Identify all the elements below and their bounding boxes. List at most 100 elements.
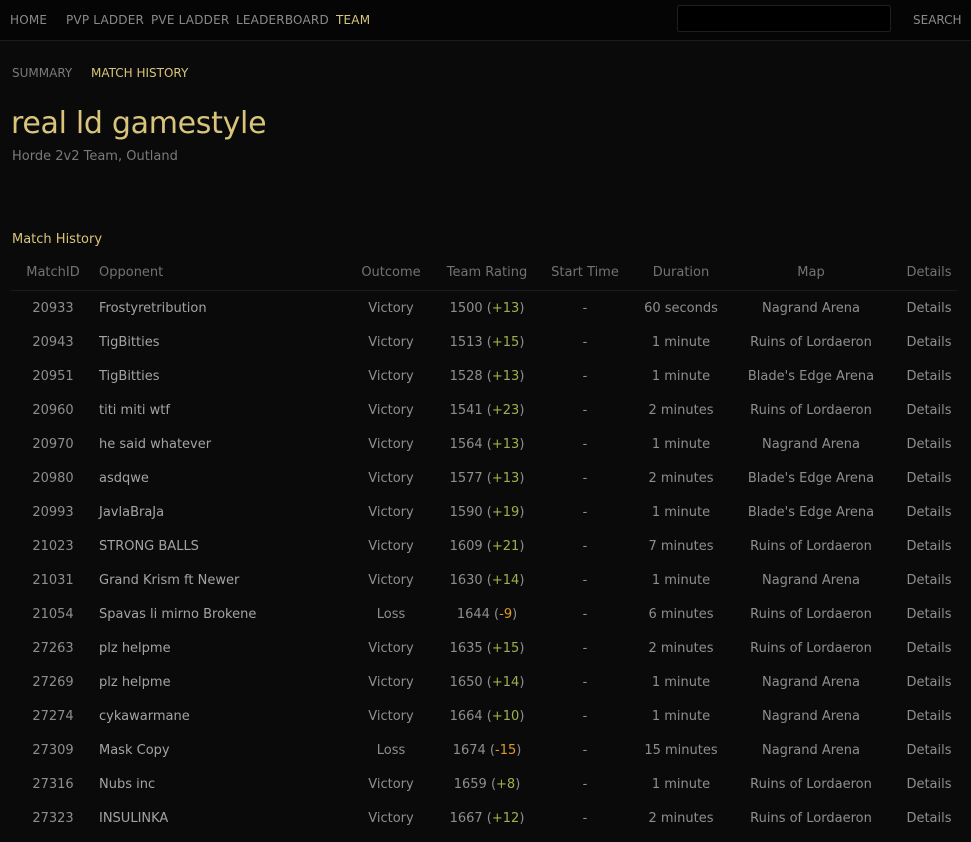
opponent-name: Mask Copy [99, 742, 170, 758]
team-rating-cell: 1609 (+21) [449, 538, 525, 554]
table-row: 20943 TigBitties Victory 1513 (+15) - 1 minut… [11, 325, 957, 359]
match-outcome: Victory [368, 674, 414, 690]
details-link[interactable]: Details [906, 335, 951, 350]
match-id: 21023 [32, 538, 74, 554]
match-id: 20960 [32, 402, 74, 418]
team-rating: 1528 [449, 368, 483, 384]
details-link[interactable]: Details [906, 709, 951, 724]
arena-map: Blade's Edge Arena [747, 470, 875, 486]
opponent-name: plz helpme [99, 640, 171, 656]
details-cell: Details [901, 529, 957, 563]
match-duration: 1 minute [651, 572, 711, 588]
team-rating: 1659 [453, 776, 487, 792]
nav-home[interactable]: HOME [10, 13, 47, 27]
table-header-row: MatchID Opponent Outcome Team Rating Sta… [11, 255, 957, 291]
details-cell: Details [901, 699, 957, 733]
team-rating-cell: 1644 (-9) [456, 606, 518, 622]
rating-change: +13 [491, 300, 520, 316]
opponent-name: asdqwe [99, 470, 149, 486]
table-row: 27323 INSULINKA Victory 1667 (+12) - 2 minute… [11, 801, 957, 835]
team-rating-cell: 1650 (+14) [449, 674, 525, 690]
start-time: - [582, 504, 588, 520]
team-rating: 1630 [449, 572, 483, 588]
match-id: 21031 [32, 572, 74, 588]
details-link[interactable]: Details [906, 675, 951, 690]
start-time: - [582, 776, 588, 792]
tab-summary[interactable]: SUMMARY [12, 66, 72, 80]
tab-match-history[interactable]: MATCH HISTORY [91, 66, 188, 80]
details-link[interactable]: Details [906, 641, 951, 656]
start-time: - [582, 538, 588, 554]
team-rating-cell: 1630 (+14) [449, 572, 525, 588]
table-row: 27274 cykawarmane Victory 1664 (+10) - 1 minu… [11, 699, 957, 733]
match-outcome: Victory [368, 640, 414, 656]
rating-change: +19 [491, 504, 520, 520]
header-opponent: Opponent [95, 255, 337, 291]
match-id: 20993 [32, 504, 74, 520]
team-rating: 1664 [449, 708, 483, 724]
search-input[interactable] [677, 5, 891, 32]
table-row: 20980 asdqwe Victory 1577 (+13) - 2 minutes Bl… [11, 461, 957, 495]
start-time: - [582, 368, 588, 384]
arena-map: Nagrand Arena [761, 300, 861, 316]
details-link[interactable]: Details [906, 403, 951, 418]
match-duration: 7 minutes [648, 538, 714, 554]
details-cell: Details [901, 359, 957, 393]
nav-pve-ladder[interactable]: PVE LADDER [151, 13, 229, 27]
details-link[interactable]: Details [906, 811, 951, 826]
nav-leaderboard[interactable]: LEADERBOARD [236, 13, 329, 27]
details-link[interactable]: Details [906, 471, 951, 486]
rating-change: -15 [495, 742, 517, 758]
team-rating: 1513 [449, 334, 483, 350]
arena-map: Ruins of Lordaeron [750, 334, 872, 350]
start-time: - [582, 606, 588, 622]
opponent-name: JavlaBraJa [99, 504, 165, 520]
details-link[interactable]: Details [906, 573, 951, 588]
nav-team[interactable]: TEAM [336, 13, 370, 27]
match-duration: 6 minutes [648, 606, 714, 622]
search-button[interactable]: SEARCH [913, 13, 962, 27]
details-link[interactable]: Details [906, 369, 951, 384]
team-rating: 1650 [449, 674, 483, 690]
match-id: 20980 [32, 470, 74, 486]
rating-change: +13 [491, 368, 520, 384]
team-rating: 1635 [449, 640, 483, 656]
rating-change: +10 [491, 708, 520, 724]
details-link[interactable]: Details [906, 539, 951, 554]
details-link[interactable]: Details [906, 301, 951, 316]
details-link[interactable]: Details [906, 505, 951, 520]
header-map: Map [721, 255, 901, 291]
start-time: - [582, 300, 588, 316]
arena-map: Nagrand Arena [761, 436, 861, 452]
match-duration: 2 minutes [648, 810, 714, 826]
team-rating: 1609 [449, 538, 483, 554]
details-link[interactable]: Details [906, 437, 951, 452]
team-rating-cell: 1564 (+13) [449, 436, 525, 452]
match-id: 21054 [32, 606, 74, 622]
team-rating-cell: 1635 (+15) [449, 640, 525, 656]
nav-pvp-ladder[interactable]: PVP LADDER [66, 13, 144, 27]
details-link[interactable]: Details [906, 743, 951, 758]
opponent-name: he said whatever [99, 436, 212, 452]
team-rating-cell: 1664 (+10) [449, 708, 525, 724]
match-outcome: Loss [376, 606, 406, 622]
team-rating: 1644 [456, 606, 490, 622]
table-row: 20960 titi miti wtf Victory 1541 (+23) - 2 mi… [11, 393, 957, 427]
match-id: 20933 [32, 300, 74, 316]
match-outcome: Victory [368, 402, 414, 418]
match-id: 20970 [32, 436, 74, 452]
opponent-name: plz helpme [99, 674, 171, 690]
match-duration: 1 minute [651, 674, 711, 690]
table-row: 27316 Nubs inc Victory 1659 (+8) - 1 minute Ru… [11, 767, 957, 801]
header-team-rating: Team Rating [445, 255, 529, 291]
details-link[interactable]: Details [906, 777, 951, 792]
details-link[interactable]: Details [906, 607, 951, 622]
team-name: real ld gamestyle [11, 106, 267, 141]
team-rating-cell: 1667 (+12) [449, 810, 525, 826]
match-id: 27274 [32, 708, 74, 724]
opponent-name: Spavas li mirno Brokene [99, 606, 257, 622]
table-row: 27269 plz helpme Victory 1650 (+14) - 1 minut… [11, 665, 957, 699]
match-duration: 1 minute [651, 504, 711, 520]
top-nav: HOME PVP LADDER PVE LADDER LEADERBOARD T… [0, 0, 971, 41]
header-outcome: Outcome [337, 255, 445, 291]
